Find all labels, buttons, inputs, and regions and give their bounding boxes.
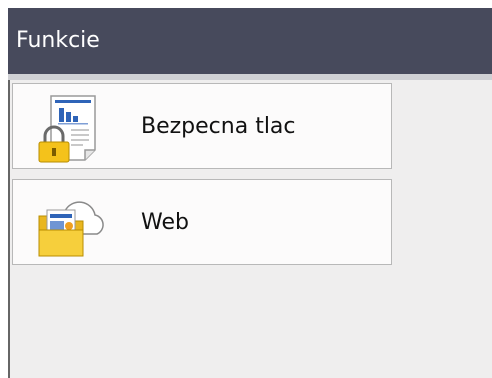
lcd-screen: Funkcie Bezpecna tlac Web: [8, 8, 492, 378]
menu-item-secure-print[interactable]: Bezpecna tlac: [12, 83, 392, 169]
title-divider: [8, 74, 492, 80]
secure-print-icon: [38, 95, 96, 163]
menu-item-web[interactable]: Web: [12, 179, 392, 265]
web-icon: [38, 201, 104, 257]
menu-item-label: Bezpecna tlac: [141, 114, 296, 139]
title-bar: Funkcie: [8, 8, 492, 74]
menu-item-label: Web: [141, 210, 189, 235]
page-title: Funkcie: [16, 28, 100, 53]
screen-edge: [8, 80, 10, 378]
